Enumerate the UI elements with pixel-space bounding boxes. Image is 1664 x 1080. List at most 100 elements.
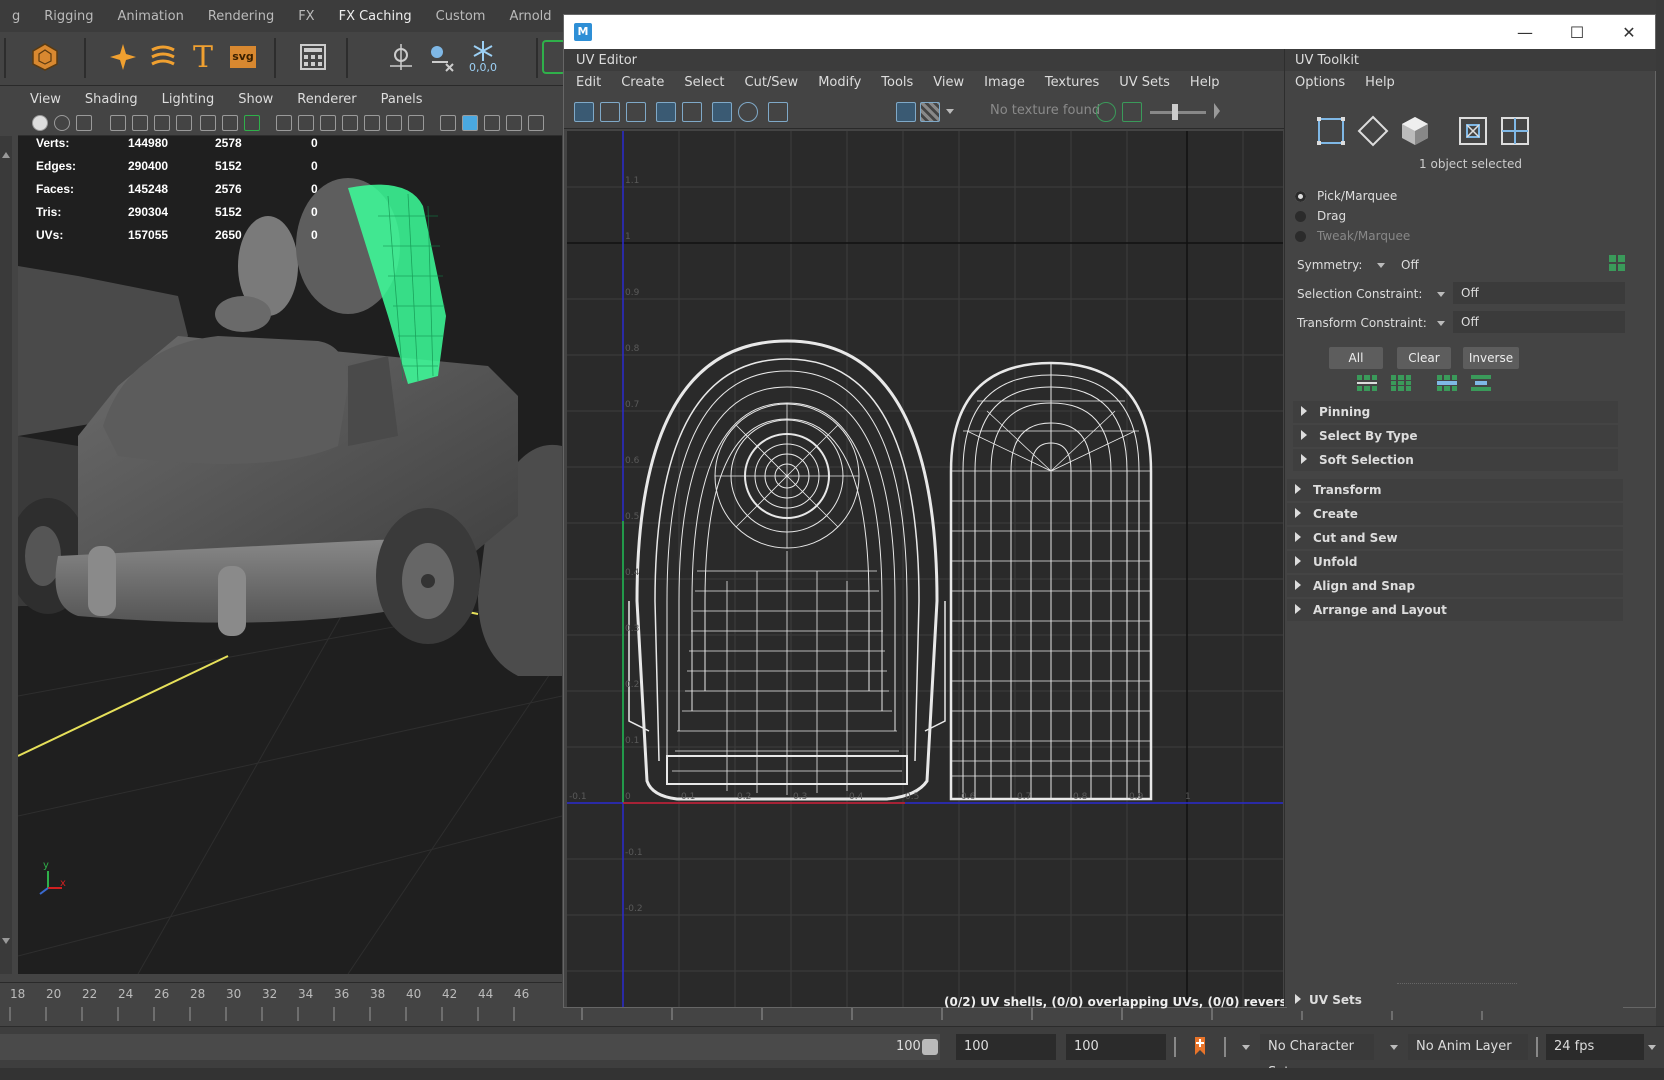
grid-icon[interactable] [276,115,292,131]
bookmark-icon[interactable] [176,115,192,131]
safe-action-icon[interactable] [386,115,402,131]
image-range-icon[interactable] [1122,102,1142,122]
bookmarks-icon[interactable] [76,115,92,131]
image-plane-icon[interactable] [110,115,126,131]
fps-field[interactable]: 24 fps [1546,1034,1644,1060]
maximize-button[interactable]: ☐ [1551,15,1603,49]
text-tool-icon[interactable]: T [186,40,220,75]
section-pinning[interactable]: Pinning [1293,401,1618,423]
uv-menu-modify[interactable]: Modify [806,75,869,90]
time-slider[interactable]: 18 20 22 24 26 28 30 32 34 36 38 40 42 4… [0,982,562,1022]
toolkit-menu-options[interactable]: Options [1285,75,1355,90]
curve-tool-icon[interactable] [146,40,180,74]
uv-face-select-icon[interactable] [1399,115,1431,147]
range-slider-track[interactable] [0,1034,940,1060]
toolkit-menu-help[interactable]: Help [1355,75,1405,90]
transform-constraint-field[interactable]: Off [1453,311,1625,333]
field-chart-icon[interactable] [364,115,380,131]
uv-checker-icon[interactable] [626,102,646,122]
lights-icon[interactable] [506,115,522,131]
uv-menu-select[interactable]: Select [672,75,732,90]
uv-grid-icon[interactable] [712,102,732,122]
snap-icon[interactable] [222,115,238,131]
delete-locator-icon[interactable] [424,40,458,74]
image-dropdown-icon[interactable] [946,109,954,114]
camera-attributes-icon[interactable] [54,115,70,131]
mode-drag[interactable]: Drag [1295,208,1485,226]
animation-end-field[interactable]: 100 [1066,1034,1166,1060]
viewport-menu-lighting[interactable]: Lighting [150,92,227,107]
section-create[interactable]: Create [1287,503,1623,525]
uv-texture-borders-icon[interactable] [656,102,676,122]
uv-menu-help[interactable]: Help [1178,75,1228,90]
shelf-tab-0[interactable]: g [0,9,32,24]
uv-edge-select-icon[interactable] [1357,115,1389,147]
viewport-menu-view[interactable]: View [18,92,73,107]
section-cut-and-sew[interactable]: Cut and Sew [1287,527,1623,549]
perspective-viewport[interactable]: y x [18,136,562,974]
svg-tool-icon[interactable]: svg [226,40,260,74]
shelf-tab-custom[interactable]: Custom [424,9,498,24]
calculator-icon[interactable] [296,40,330,74]
uv-snapshot-icon[interactable] [768,102,788,122]
uv-menu-tools[interactable]: Tools [869,75,921,90]
gate-mask-icon[interactable] [342,115,358,131]
shelf-tab-arnold[interactable]: Arnold [497,9,563,24]
selection-constraint-field[interactable]: Off [1453,282,1625,304]
uv-menu-cut-sew[interactable]: Cut/Sew [733,75,807,90]
section-select-by-type[interactable]: Select By Type [1293,425,1618,447]
viewport-menu-show[interactable]: Show [226,92,285,107]
anim-layer-field[interactable]: No Anim Layer [1408,1034,1528,1060]
uv-shell-select-icon[interactable] [1315,115,1347,147]
select-edge-loop-icon[interactable] [1437,375,1457,391]
close-button[interactable]: ✕ [1603,15,1655,49]
resolution-gate-icon[interactable] [320,115,336,131]
symmetry-dropdown-icon[interactable] [1377,263,1385,268]
viewport-menu-renderer[interactable]: Renderer [285,92,368,107]
collapse-up-icon[interactable] [2,150,10,158]
locator-icon[interactable] [384,40,418,74]
uv-select-shell-icon[interactable] [1457,115,1489,147]
camera-move-icon[interactable] [200,115,216,131]
anim-layer-dropdown-icon[interactable] [1390,1045,1398,1050]
collapse-down-icon[interactable] [2,938,10,946]
checker-pattern-icon[interactable] [920,102,940,122]
minimize-button[interactable]: — [1499,15,1551,49]
uv-editor-canvas[interactable]: 1.1 1 0.9 0.8 0.7 0.6 0.5 0.4 0.3 0.2 0.… [567,131,1283,1007]
shelf-tab-rigging[interactable]: Rigging [32,9,105,24]
symmetry-options-icon[interactable] [1607,253,1627,273]
update-psd-icon[interactable] [1096,102,1116,122]
star-shape-icon[interactable] [106,40,140,74]
exposure-slider-handle[interactable] [1172,104,1178,120]
polygon-sphere-icon[interactable] [28,40,62,74]
section-soft-selection[interactable]: Soft Selection [1293,449,1618,471]
film-gate-icon[interactable] [298,115,314,131]
viewport-menu-shading[interactable]: Shading [73,92,150,107]
uv-distortion-icon[interactable] [600,102,620,122]
wireframe-icon[interactable] [440,115,456,131]
safe-title-icon[interactable] [408,115,424,131]
shrink-selection-icon[interactable] [1391,375,1411,391]
section-arrange-and-layout[interactable]: Arrange and Layout [1287,599,1623,621]
mode-pick-marquee[interactable]: Pick/Marquee [1295,188,1485,206]
shelf-tab-rendering[interactable]: Rendering [196,9,286,24]
exposure-slider-track[interactable] [1150,111,1206,114]
range-handle[interactable] [922,1039,938,1055]
clear-selection-button[interactable]: Clear [1397,347,1451,369]
2d-pan-zoom-icon[interactable] [132,115,148,131]
uv-shaded-icon[interactable] [682,102,702,122]
transform-constraint-dropdown-icon[interactable] [1437,321,1445,326]
auto-key-icon[interactable] [1192,1035,1208,1057]
uv-menu-view[interactable]: View [921,75,972,90]
uv-shell-left[interactable] [628,339,946,801]
uv-grid-select-icon[interactable] [1499,115,1531,147]
snowflake-icon[interactable]: 0,0,0 [466,40,500,74]
uv-menu-image[interactable]: Image [972,75,1033,90]
section-transform[interactable]: Transform [1287,479,1623,501]
shelf-tab-animation[interactable]: Animation [106,9,196,24]
shelf-tab-fx[interactable]: FX [286,9,326,24]
select-edge-ring-icon[interactable] [1471,375,1491,391]
grease-pencil-icon[interactable] [154,115,170,131]
uv-menu-uv-sets[interactable]: UV Sets [1107,75,1178,90]
textured-icon[interactable] [484,115,500,131]
